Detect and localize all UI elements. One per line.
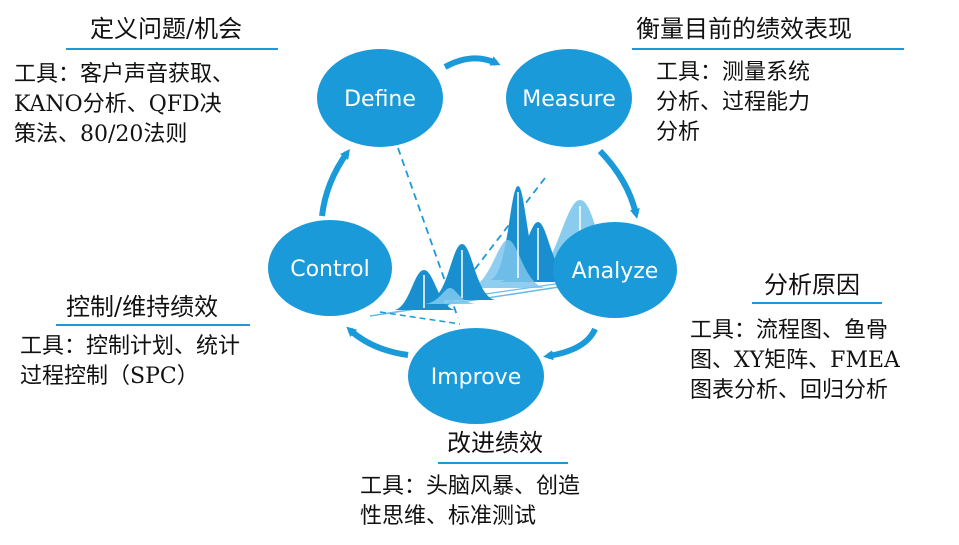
phase-control: Control xyxy=(268,220,392,316)
arrow-control-to-define-icon xyxy=(319,148,350,217)
phase-improve: Improve xyxy=(408,328,544,424)
analyze-underline xyxy=(752,302,882,304)
arrow-define-to-measure-icon xyxy=(443,55,501,70)
measure-tools-line: 工具：测量系统 xyxy=(656,60,811,85)
control-underline xyxy=(56,324,250,326)
phase-measure: Measure xyxy=(506,49,632,147)
phase-define-label: Define xyxy=(344,87,416,112)
analyze-tools-line: 工具：流程图、鱼骨 xyxy=(690,318,889,343)
improve-tools-line: 工具：头脑风暴、创造 xyxy=(360,474,581,499)
define-tools-line: 工具：客户声音获取、 xyxy=(14,62,235,87)
measure-tools-line: 分析、过程能力 xyxy=(656,90,811,115)
arrow-measure-to-analyze-icon xyxy=(597,148,640,219)
define-tools-line: KANO分析、QFD决 xyxy=(14,92,222,117)
phase-analyze: Analyze xyxy=(553,222,677,318)
improve-tools-line: 性思维、标准测试 xyxy=(360,504,537,529)
control-tools: 工具：控制计划、统计 过程控制（SPC） xyxy=(20,332,240,392)
control-tools-line: 工具：控制计划、统计 xyxy=(20,334,241,359)
improve-tools: 工具：头脑风暴、创造 性思维、标准测试 xyxy=(360,472,580,532)
define-underline xyxy=(66,48,278,50)
measure-tools-line: 分析 xyxy=(656,120,701,145)
phase-define: Define xyxy=(317,49,443,147)
improve-underline xyxy=(438,462,568,464)
define-tools-line: 策法、80/20法则 xyxy=(14,122,188,147)
dmaic-diagram: Define Measure Analyze Improve Control 定… xyxy=(0,0,959,545)
measure-heading: 衡量目前的绩效表现 xyxy=(636,15,852,43)
analyze-heading: 分析原因 xyxy=(764,271,860,299)
analyze-tools: 工具：流程图、鱼骨 图、XY矩阵、FMEA 图表分析、回归分析 xyxy=(690,316,900,406)
analyze-tools-line: 图表分析、回归分析 xyxy=(690,378,889,403)
analyze-tools-line: 图、XY矩阵、FMEA xyxy=(690,348,900,373)
phase-measure-label: Measure xyxy=(522,87,616,112)
phase-analyze-label: Analyze xyxy=(572,259,659,284)
arrow-analyze-to-improve-icon xyxy=(543,327,598,361)
measure-underline xyxy=(632,48,904,50)
control-heading: 控制/维持绩效 xyxy=(66,293,219,321)
phase-control-label: Control xyxy=(290,257,370,282)
arrow-improve-to-control-icon xyxy=(346,326,409,358)
phase-improve-label: Improve xyxy=(431,365,521,390)
define-tools: 工具：客户声音获取、 KANO分析、QFD决 策法、80/20法则 xyxy=(14,60,234,150)
define-heading: 定义问题/机会 xyxy=(90,15,243,43)
improve-heading: 改进绩效 xyxy=(447,429,543,457)
measure-tools: 工具：测量系统 分析、过程能力 分析 xyxy=(656,58,810,148)
control-tools-line: 过程控制（SPC） xyxy=(20,364,199,389)
